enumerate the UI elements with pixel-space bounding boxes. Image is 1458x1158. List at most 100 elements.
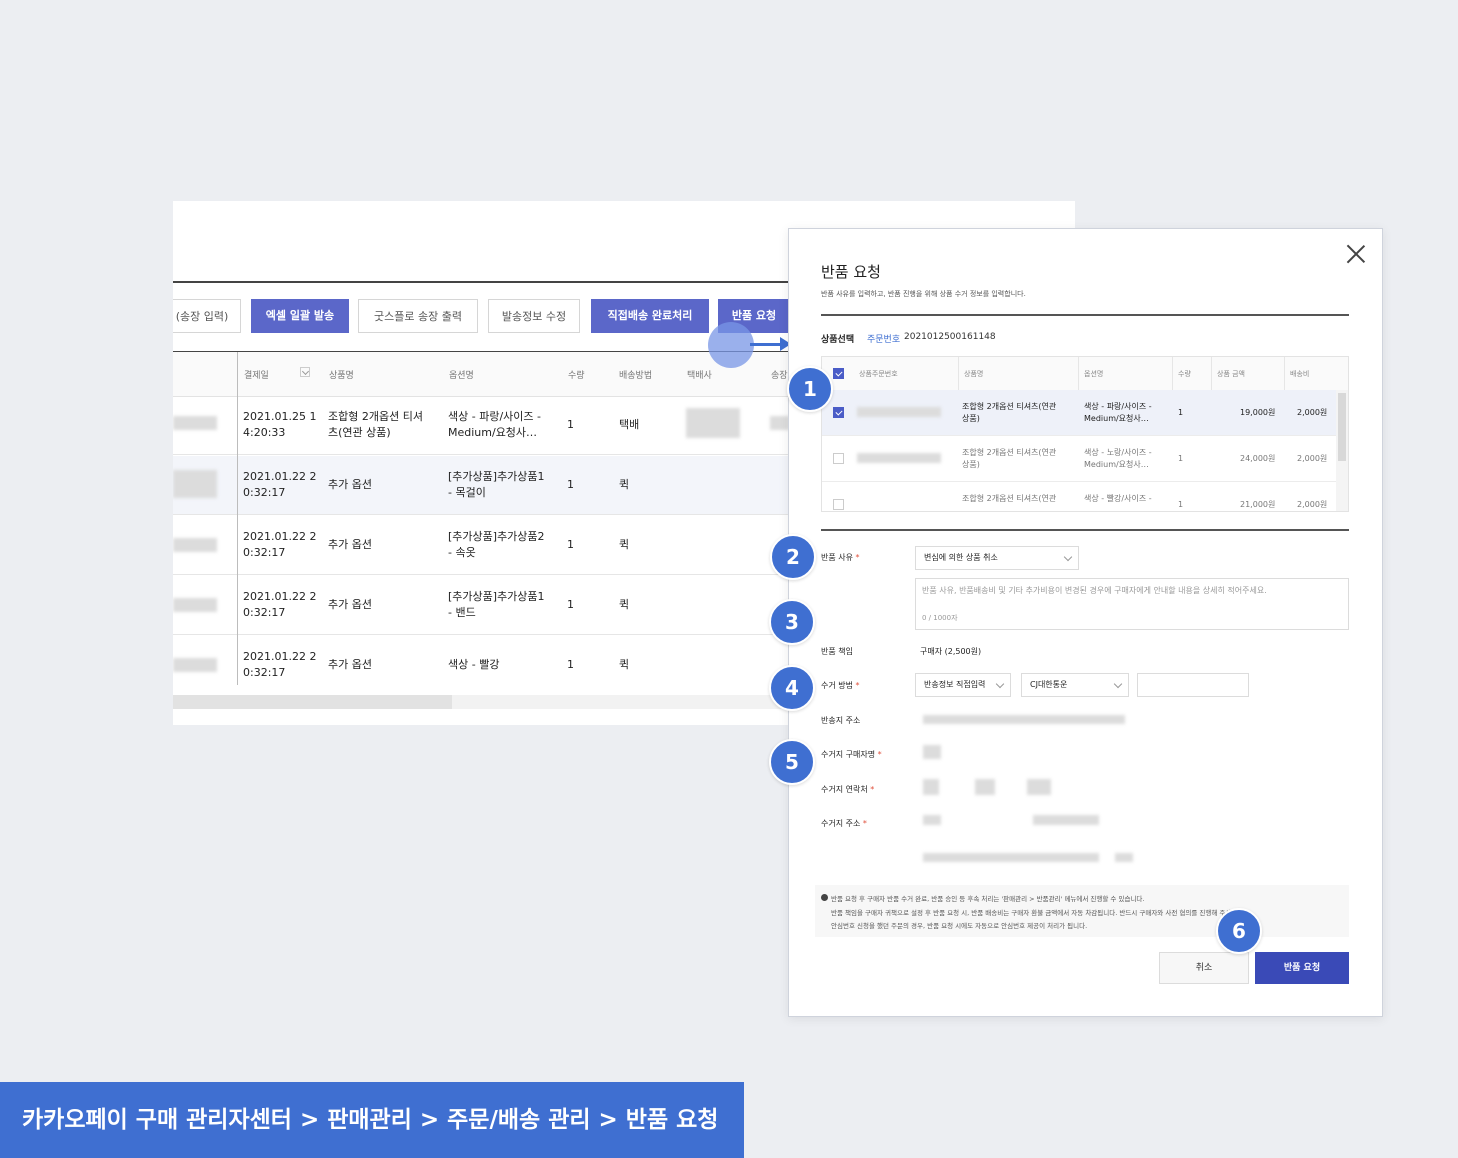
pickup-method-select[interactable]: 반송정보 직접입력 xyxy=(915,673,1011,697)
blurred-address-3 xyxy=(1115,853,1133,862)
product-name: 조합형 2개옵션 티셔 xyxy=(328,410,423,423)
direct-delivery-done-button[interactable]: 직접배송 완료처리 xyxy=(591,299,709,333)
option-name-2: - 목걸이 xyxy=(448,486,486,499)
blurred-invoice xyxy=(770,416,790,430)
step-badge-1: 1 xyxy=(787,366,833,412)
item-price: 21,000원 xyxy=(1240,500,1276,509)
blurred-order-no xyxy=(173,538,217,552)
pickup-address-label: 수거지 주소 * xyxy=(821,819,867,828)
product-name: 추가 옵션 xyxy=(328,658,372,671)
blurred-address-1 xyxy=(1033,815,1099,825)
items-table-header: 상품주문번호 상품명 옵션명 수량 상품 금액 배송비 xyxy=(822,357,1348,391)
header-courier: 택배사 xyxy=(687,371,712,381)
item-option: 색상 - 파랑/사이즈 - xyxy=(1084,402,1152,411)
chevron-down-icon xyxy=(995,679,1005,689)
shipping-method: 퀵 xyxy=(619,658,630,671)
courier-select[interactable]: CJ대한통운 xyxy=(1021,673,1129,697)
blurred-order-no xyxy=(173,658,217,672)
item-quantity: 1 xyxy=(1178,454,1184,463)
pickup-phone-label: 수거지 연락처 * xyxy=(821,785,875,794)
item-name-2: 상품) xyxy=(962,460,980,469)
step-badge-5: 5 xyxy=(769,739,815,785)
item-quantity: 1 xyxy=(1178,500,1184,509)
blurred-phone-2 xyxy=(975,779,995,795)
option-name: [추가상품]추가상품1 xyxy=(448,470,545,483)
option-name: [추가상품]추가상품1 xyxy=(448,590,545,603)
cancel-button[interactable]: 취소 xyxy=(1159,952,1249,984)
item-option: 색상 - 빨강/사이즈 - xyxy=(1084,494,1152,503)
payment-time: 0:32:17 xyxy=(243,546,286,559)
header-product-name: 상품명 xyxy=(964,370,984,378)
item-shipping-fee: 2,000원 xyxy=(1297,408,1328,417)
return-address-label: 반송지 주소 xyxy=(821,716,861,725)
payment-date: 2021.01.22 2 xyxy=(243,650,317,663)
reason-detail-textarea[interactable]: 반품 사유, 반품배송비 및 기타 추가비용이 변경된 경우에 구매자에게 안내… xyxy=(915,578,1349,630)
item-price: 19,000원 xyxy=(1240,408,1276,417)
item-quantity: 1 xyxy=(1178,408,1184,417)
chevron-down-icon xyxy=(1063,552,1073,562)
invoice-input-button[interactable]: (송장 입력) xyxy=(173,299,241,333)
header-option-name: 옵션명 xyxy=(1084,370,1104,378)
header-product-name: 상품명 xyxy=(329,371,354,381)
shipping-method: 퀵 xyxy=(619,598,630,611)
header-shipping-method: 배송방법 xyxy=(619,371,653,381)
modal-top-divider xyxy=(821,314,1349,316)
item-option-2: Medium/요청사… xyxy=(1084,460,1149,469)
item-checkbox[interactable] xyxy=(833,453,844,464)
payment-date: 2021.01.22 2 xyxy=(243,530,317,543)
tracking-number-input[interactable] xyxy=(1137,673,1249,697)
items-scrollbar-thumb[interactable] xyxy=(1338,393,1346,461)
option-name: 색상 - 파랑/사이즈 - xyxy=(448,410,541,423)
payment-time: 0:32:17 xyxy=(243,666,286,679)
notice-box: 반품 요청 후 구매자 반품 수거 완료, 반품 승인 등 후속 처리는 '판매… xyxy=(815,885,1349,937)
step-badge-4: 4 xyxy=(769,665,815,711)
reason-label: 반품 사유 * xyxy=(821,553,860,562)
option-name-2: - 속옷 xyxy=(448,546,476,559)
step-badge-6: 6 xyxy=(1216,908,1262,954)
quantity: 1 xyxy=(567,598,574,611)
shipping-method: 퀵 xyxy=(619,538,630,551)
close-icon[interactable] xyxy=(1345,243,1367,265)
product-select-label: 상품선택 xyxy=(821,335,855,345)
submit-return-button[interactable]: 반품 요청 xyxy=(1255,952,1349,984)
order-number: 2021012500161148 xyxy=(904,332,996,342)
modal-mid-divider xyxy=(821,529,1349,531)
payment-date: 2021.01.22 2 xyxy=(243,470,317,483)
frozen-column-divider xyxy=(237,352,238,685)
sort-dropdown-icon[interactable] xyxy=(300,367,310,377)
item-checkbox[interactable] xyxy=(833,499,844,510)
payment-time: 0:32:17 xyxy=(243,606,286,619)
item-shipping-fee: 2,000원 xyxy=(1297,454,1328,463)
excel-bulk-ship-button[interactable]: 엑셀 일괄 발송 xyxy=(251,299,349,333)
option-name: 색상 - 빨강 xyxy=(448,658,500,671)
item-price: 24,000원 xyxy=(1240,454,1276,463)
list-item[interactable]: 조합형 2개옵션 티셔츠(연관 상품) 색상 - 노랑/사이즈 - Medium/요… xyxy=(822,436,1348,482)
edit-shipping-button[interactable]: 발송정보 수정 xyxy=(488,299,580,333)
blurred-address-2 xyxy=(923,853,1099,862)
return-items-table: 상품주문번호 상품명 옵션명 수량 상품 금액 배송비 조합형 2개옵션 티셔츠… xyxy=(821,356,1349,512)
payment-date: 2021.01.25 1 xyxy=(243,410,317,423)
blurred-zipcode xyxy=(923,815,941,825)
list-item[interactable]: 조합형 2개옵션 티셔츠(연관 색상 - 빨강/사이즈 - 1 21,000원 … xyxy=(822,482,1348,511)
goodsflow-print-button[interactable]: 굿스플로 송장 출력 xyxy=(358,299,478,333)
reason-select[interactable]: 변심에 의한 상품 취소 xyxy=(915,546,1079,570)
item-checkbox[interactable] xyxy=(833,407,844,418)
quantity: 1 xyxy=(567,478,574,491)
shipping-method: 택배 xyxy=(619,418,640,431)
breadcrumb-caption: 카카오페이 구매 관리자센터 > 판매관리 > 주문/배송 관리 > 반품 요청 xyxy=(0,1082,744,1158)
header-option-name: 옵션명 xyxy=(449,371,474,381)
item-option: 색상 - 노랑/사이즈 - xyxy=(1084,448,1152,457)
return-request-modal: 반품 요청 반품 사유를 입력하고, 반품 진행을 위해 상품 수거 정보를 입… xyxy=(788,228,1383,1017)
blurred-return-address xyxy=(923,715,1125,724)
select-all-checkbox[interactable] xyxy=(833,368,844,379)
payment-date: 2021.01.22 2 xyxy=(243,590,317,603)
quantity: 1 xyxy=(567,658,574,671)
header-price: 상품 금액 xyxy=(1217,370,1245,378)
pickup-name-label: 수거지 구매자명 * xyxy=(821,750,882,759)
responsibility-label: 반품 책임 xyxy=(821,647,853,656)
item-shipping-fee: 2,000원 xyxy=(1297,500,1328,509)
horizontal-scrollbar-thumb[interactable] xyxy=(173,695,452,709)
header-shipping-fee: 배송비 xyxy=(1290,370,1310,378)
list-item[interactable]: 조합형 2개옵션 티셔츠(연관 상품) 색상 - 파랑/사이즈 - Medium/요… xyxy=(822,390,1348,436)
reason-placeholder: 반품 사유, 반품배송비 및 기타 추가비용이 변경된 경우에 구매자에게 안내… xyxy=(922,586,1267,595)
